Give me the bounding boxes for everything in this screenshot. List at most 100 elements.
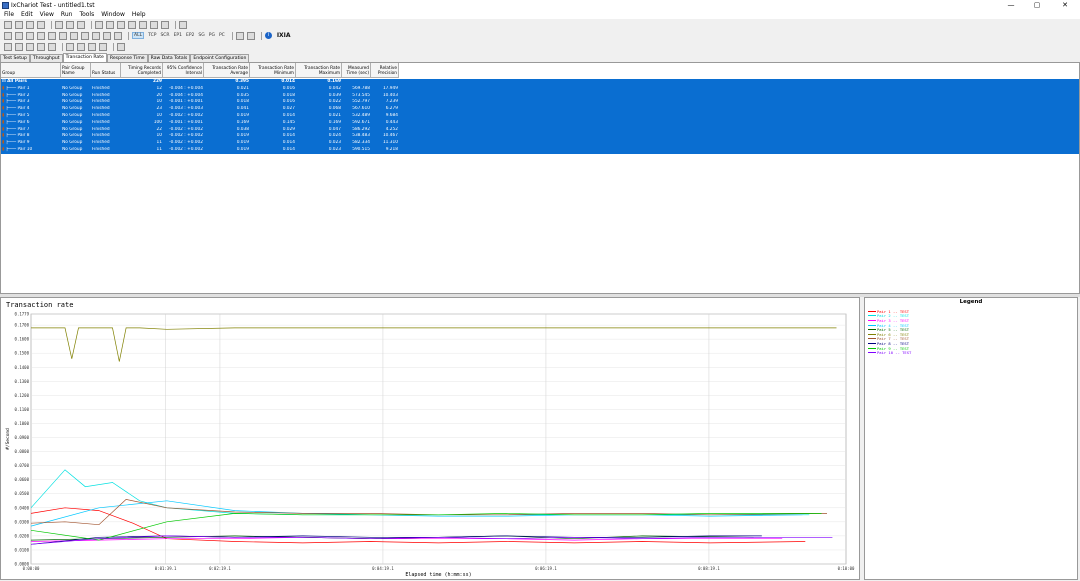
tool-h-icon[interactable] xyxy=(81,31,89,40)
tool-d-icon[interactable] xyxy=(37,31,45,40)
menu-view[interactable]: View xyxy=(40,11,54,18)
x-tick-label: 0:04:19.1 xyxy=(372,566,394,571)
cell-max: 0.169 xyxy=(327,79,341,84)
col-measured-time[interactable]: Measured Time (sec) xyxy=(342,63,371,78)
window-title: IxChariot Test - untitled1.tst xyxy=(11,1,95,9)
cell-min: 0.014 xyxy=(281,79,295,84)
table-row[interactable]: ▮ ├─── Pair 3 No Group Finished 10 -0.001 : … xyxy=(1,99,399,107)
cell-time: 569.788 xyxy=(352,85,370,91)
copy-icon[interactable] xyxy=(66,20,74,29)
table-row[interactable]: ▮ ├─── Pair 8 No Group Finished 10 -0.002 : … xyxy=(1,133,399,141)
cell-max: 0.039 xyxy=(328,92,341,98)
export-icon[interactable] xyxy=(117,42,125,51)
refresh-icon[interactable] xyxy=(15,42,23,51)
tree-connector: ├─── xyxy=(5,112,18,118)
stop-icon[interactable] xyxy=(161,20,169,29)
link-icon[interactable] xyxy=(26,42,34,51)
pair-label: Pair 2 xyxy=(17,92,30,98)
tool-a-icon[interactable] xyxy=(4,31,12,40)
col-pair-group-name[interactable]: Pair Group Name xyxy=(61,63,91,78)
tab-raw-data-totals[interactable]: Raw Data Totals xyxy=(147,54,191,62)
tab-endpoint-configuration[interactable]: Endpoint Configuration xyxy=(190,54,250,62)
filter-tcp[interactable]: TCP xyxy=(148,33,156,38)
cell-records: 22 xyxy=(156,126,162,132)
col-rate-maximum[interactable]: Transaction Rate Maximum xyxy=(296,63,342,78)
cell-status: Finished xyxy=(92,119,110,125)
table-row[interactable]: ▮ ├─── Pair 6 No Group Finished 100 -0.001 :… xyxy=(1,119,399,127)
tool-i-icon[interactable] xyxy=(92,31,100,40)
tool-f-icon[interactable] xyxy=(59,31,67,40)
forward-icon[interactable] xyxy=(246,31,255,40)
new-file-icon[interactable] xyxy=(4,20,12,29)
cell-max: 0.021 xyxy=(328,112,341,118)
paste-icon[interactable] xyxy=(77,20,85,29)
sort-icon[interactable] xyxy=(88,42,96,51)
filter-scr[interactable]: SCR xyxy=(160,33,169,38)
print-icon[interactable] xyxy=(37,20,45,29)
tool-b-icon[interactable] xyxy=(15,31,23,40)
chart-icon[interactable] xyxy=(48,42,56,51)
menu-run[interactable]: Run xyxy=(61,11,73,18)
col-timing-records[interactable]: Timing Records Completed xyxy=(121,63,163,78)
run-icon[interactable] xyxy=(179,20,187,29)
table-row[interactable]: ▮ ├─── Pair 5 No Group Finished 10 -0.002 : … xyxy=(1,112,399,120)
minimize-button[interactable]: — xyxy=(1000,0,1022,10)
tab-test-setup[interactable]: Test Setup xyxy=(0,54,30,62)
expand-icon[interactable] xyxy=(66,42,74,51)
menu-file[interactable]: File xyxy=(4,11,14,18)
col-rate-minimum[interactable]: Transaction Rate Minimum xyxy=(250,63,296,78)
col-run-status[interactable]: Run Status xyxy=(91,63,121,78)
table-row[interactable]: ▮ ├─── Pair 9 No Group Finished 11 -0.002 : … xyxy=(1,140,399,147)
filter-sg[interactable]: SG xyxy=(198,33,204,38)
menu-edit[interactable]: Edit xyxy=(21,11,33,18)
collapse-icon[interactable] xyxy=(77,42,85,51)
filter-ep2[interactable]: EP2 xyxy=(186,33,194,38)
cell-time: 586.292 xyxy=(352,126,370,132)
save-icon[interactable] xyxy=(26,20,34,29)
cell-records: 229 xyxy=(153,79,162,84)
table-row[interactable]: ▮ ├─── Pair 10 No Group Finished 11 -0.002 :… xyxy=(1,146,399,154)
tool-e-icon[interactable] xyxy=(48,31,56,40)
tab-transaction-rate[interactable]: Transaction Rate xyxy=(62,53,107,62)
table-row[interactable]: ▮ ├─── Pair 4 No Group Finished 23 -0.003 : … xyxy=(1,106,399,113)
tab-throughput[interactable]: Throughput xyxy=(29,54,63,62)
filter-pg[interactable]: PG xyxy=(209,33,215,38)
info-icon[interactable]: i xyxy=(264,32,272,39)
filter-all[interactable]: ALL xyxy=(132,32,145,39)
maximize-button[interactable]: ▢ xyxy=(1026,0,1048,10)
tool-k-icon[interactable] xyxy=(114,31,122,40)
tool-j-icon[interactable] xyxy=(103,31,111,40)
open-file-icon[interactable] xyxy=(15,20,23,29)
table-row[interactable]: ▮ ├─── Pair 1 No Group Finished 12 -0.004 : … xyxy=(1,85,399,93)
tool-c-icon[interactable] xyxy=(26,31,34,40)
col-confidence-interval[interactable]: 95% Confidence Interval xyxy=(163,63,204,78)
legend-item[interactable]: Pair 10 -- TEST xyxy=(868,350,1077,355)
table-icon[interactable] xyxy=(150,20,158,29)
table-row-all-pairs[interactable]: ⊟ All Pairs 229 0.395 0.014 0.169 xyxy=(1,79,399,86)
filter-pc[interactable]: PC xyxy=(219,33,225,38)
filter-ep1[interactable]: EP1 xyxy=(174,33,182,38)
folder-icon[interactable] xyxy=(4,42,12,51)
table-row[interactable]: ▮ ├─── Pair 7 No Group Finished 22 -0.002 : … xyxy=(1,126,399,134)
add-pair-icon[interactable] xyxy=(95,20,103,29)
back-icon[interactable] xyxy=(235,31,244,40)
group-icon[interactable] xyxy=(37,42,45,51)
col-rate-average[interactable]: Transaction Rate Average xyxy=(204,63,250,78)
menu-help[interactable]: Help xyxy=(132,11,146,18)
y-tick-label: 0.1779 xyxy=(15,312,30,317)
tool-g-icon[interactable] xyxy=(70,31,78,40)
menu-tools[interactable]: Tools xyxy=(79,11,94,18)
tab-response-time[interactable]: Response Time xyxy=(106,54,148,62)
col-group[interactable]: Group xyxy=(1,63,61,78)
menu-window[interactable]: Window xyxy=(101,11,125,18)
col-relative-precision[interactable]: Relative Precision xyxy=(371,63,399,78)
pair-icon[interactable] xyxy=(139,20,147,29)
add-multicast-icon[interactable] xyxy=(106,20,114,29)
ixia-logo: IXIA xyxy=(276,32,291,39)
cut-icon[interactable] xyxy=(55,20,63,29)
delete-icon[interactable] xyxy=(128,20,136,29)
close-button[interactable]: ✕ xyxy=(1054,0,1076,10)
table-row[interactable]: ▮ ├─── Pair 2 No Group Finished 20 -0.004 : … xyxy=(1,92,399,100)
filter-icon[interactable] xyxy=(99,42,107,51)
edit-icon[interactable] xyxy=(117,20,125,29)
